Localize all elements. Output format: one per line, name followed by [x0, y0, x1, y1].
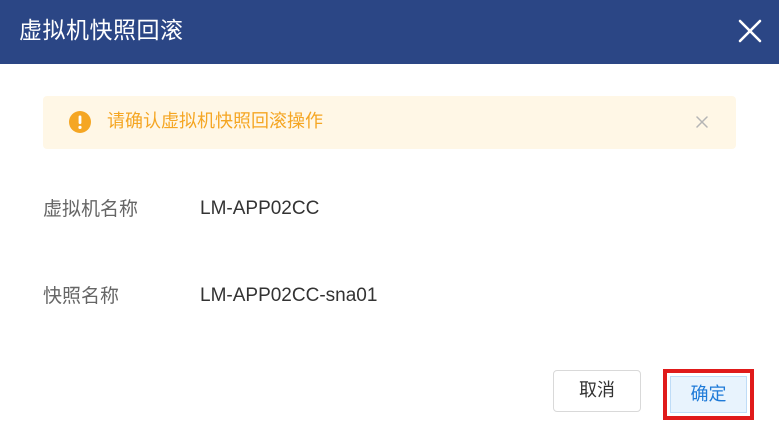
confirm-button[interactable]: 确定	[670, 376, 747, 413]
confirm-highlight-box: 确定	[663, 369, 754, 420]
alert-message: 请确认虚拟机快照回滚操作	[107, 111, 323, 132]
alert-close-icon[interactable]	[694, 114, 710, 130]
cancel-button[interactable]: 取消	[553, 370, 641, 412]
vm-name-label: 虚拟机名称	[43, 198, 139, 220]
snapshot-name-label: 快照名称	[43, 285, 120, 307]
warning-alert: 请确认虚拟机快照回滚操作	[43, 96, 736, 149]
dialog-close-button[interactable]	[733, 14, 767, 48]
close-icon	[738, 19, 762, 43]
dialog-header: 虚拟机快照回滚	[0, 0, 779, 64]
dialog-title: 虚拟机快照回滚	[19, 18, 184, 44]
vm-name-value: LM-APP02CC	[200, 198, 320, 219]
snapshot-rollback-dialog: 虚拟机快照回滚 请确认虚拟机快照回滚操作 虚拟机名称 LM-APP02CC 快照…	[0, 0, 779, 442]
snapshot-name-value: LM-APP02CC-sna01	[200, 285, 378, 306]
warning-circle-icon	[69, 111, 91, 133]
